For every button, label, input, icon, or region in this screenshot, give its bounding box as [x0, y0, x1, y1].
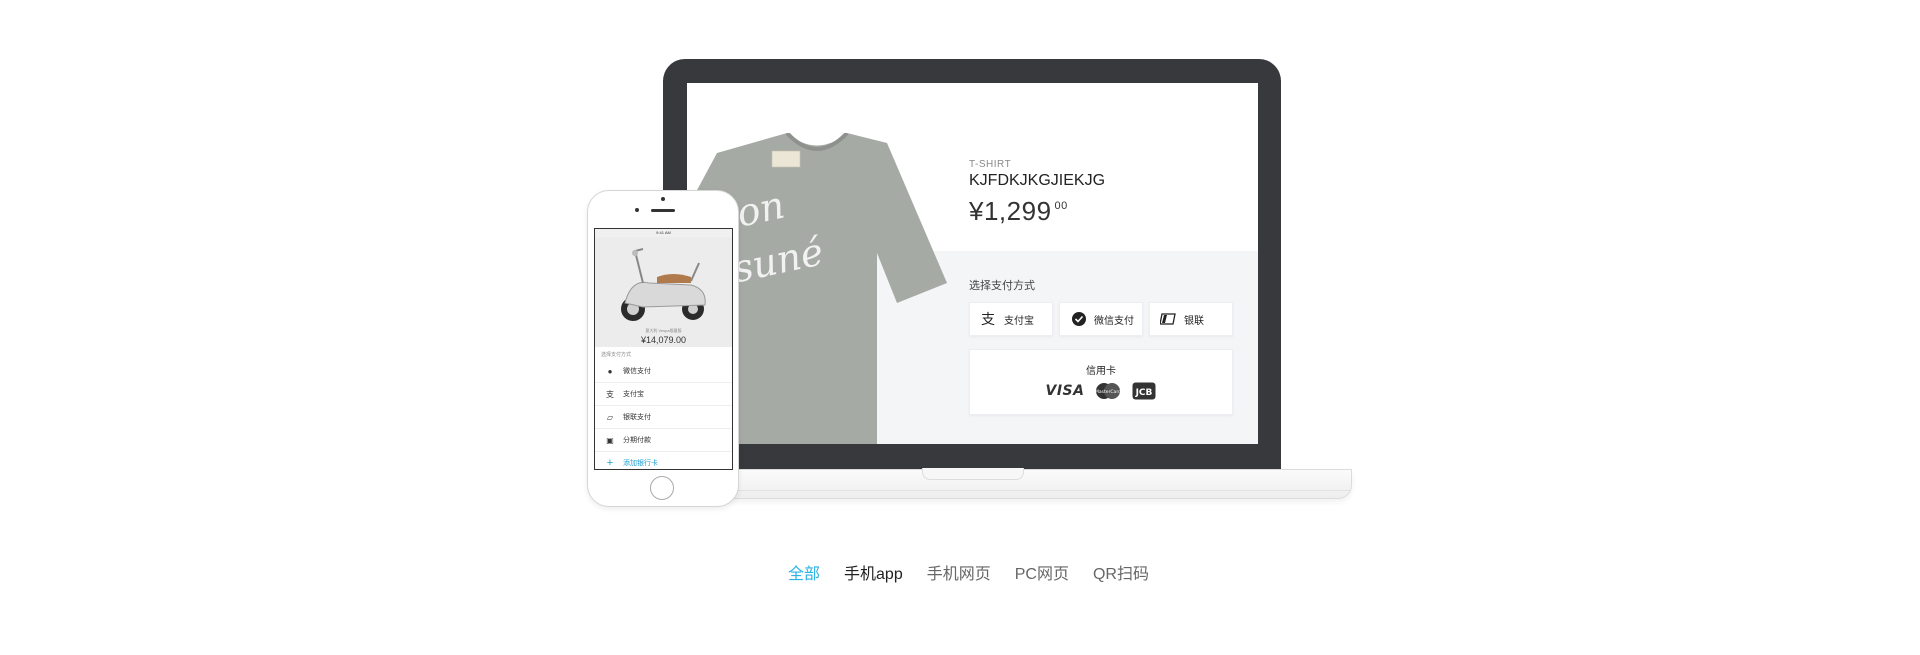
laptop-notch: [922, 468, 1024, 480]
visa-logo: VISA: [1045, 383, 1085, 399]
platform-tabs: 全部 手机app 手机网页 PC网页 QR扫码: [788, 560, 1149, 584]
unionpay-icon: ▱: [606, 412, 614, 422]
laptop-mockup: aison kitsuné T-SHIRT KJFDKJKGJIEKJG ¥1,…: [663, 59, 1281, 469]
product-price-mobile: ¥14,079.00: [640, 335, 687, 345]
phone-sensor: [661, 197, 665, 201]
alipay-icon: 支: [981, 312, 995, 328]
card-logos: VISA MasterCard JCB: [970, 382, 1232, 400]
product-price: ¥1,299 00: [969, 196, 1105, 227]
credit-card-title: 信用卡: [1086, 366, 1116, 377]
mobile-payment-title: 选择支付方式: [601, 352, 632, 358]
unionpay-label: 银联: [1184, 315, 1204, 327]
mobile-pay-alipay[interactable]: 支 支付宝: [595, 383, 732, 406]
mobile-pay-label: 银联支付: [623, 414, 651, 421]
mobile-pay-installment[interactable]: ▣ 分期付款: [595, 429, 732, 452]
tab-all[interactable]: 全部: [788, 560, 820, 584]
svg-text:JCB: JCB: [1135, 388, 1153, 398]
product-category: T-SHIRT: [969, 159, 1012, 170]
svg-text:支: 支: [981, 312, 995, 328]
phone-camera: [635, 208, 639, 212]
wechat-pay-label: 微信支付: [1094, 315, 1134, 327]
home-button[interactable]: [650, 476, 674, 500]
scooter-image: [621, 248, 706, 321]
tab-qr-scan[interactable]: QR扫码: [1093, 560, 1149, 584]
laptop-screen: aison kitsuné T-SHIRT KJFDKJKGJIEKJG ¥1,…: [687, 83, 1258, 444]
wechat-pay-icon: [1072, 312, 1086, 326]
jcb-logo: JCB: [1132, 382, 1156, 400]
price-cents: 00: [1054, 200, 1068, 212]
mobile-pay-label: 分期付款: [623, 437, 651, 444]
svg-text:MasterCard: MasterCard: [1096, 389, 1122, 395]
product-name: KJFDKJKGJIEKJG: [969, 172, 1106, 189]
add-bank-card[interactable]: + 添加银行卡: [595, 452, 732, 469]
unionpay-icon: [1160, 313, 1176, 325]
wechat-icon: ●: [607, 366, 613, 376]
product-image-area: 意大利 Vespa限量版 ¥14,079.00: [595, 237, 732, 347]
mobile-pay-label: 添加银行卡: [623, 460, 658, 467]
phone-speaker: [651, 209, 675, 212]
phone-screen: 9:41 AM 意大利 Vespa限量版 ¥14,079.00 选择支付方式 ●…: [594, 228, 733, 470]
mobile-pay-label: 支付宝: [623, 391, 644, 398]
status-bar: 9:41 AM: [595, 229, 732, 237]
unionpay-button[interactable]: 银联: [1149, 302, 1233, 336]
alipay-icon: 支: [606, 389, 614, 399]
status-time: 9:41 AM: [656, 230, 671, 235]
alipay-label: 支付宝: [1004, 315, 1034, 327]
tab-pc-web[interactable]: PC网页: [1015, 560, 1069, 584]
mobile-pay-label: 微信支付: [623, 368, 651, 375]
credit-card-option[interactable]: 信用卡 VISA MasterCard JCB: [969, 349, 1233, 415]
installment-icon: ▣: [606, 435, 614, 445]
plus-icon: +: [606, 457, 614, 469]
price-main: ¥1,299: [969, 196, 1052, 226]
product-caption: 意大利 Vespa限量版: [645, 328, 682, 333]
mastercard-logo: MasterCard: [1096, 383, 1122, 399]
payment-title: 选择支付方式: [969, 280, 1035, 292]
phone-mockup: 9:41 AM 意大利 Vespa限量版 ¥14,079.00 选择支付方式 ●…: [587, 190, 739, 507]
tab-mobile-web[interactable]: 手机网页: [927, 560, 991, 584]
wechat-pay-button[interactable]: 微信支付: [1059, 302, 1143, 336]
alipay-button[interactable]: 支 支付宝: [969, 302, 1053, 336]
tab-mobile-app[interactable]: 手机app: [844, 560, 903, 584]
product-info: T-SHIRT KJFDKJKGJIEKJG ¥1,299 00: [969, 159, 1105, 227]
mobile-pay-wechat[interactable]: ● 微信支付: [595, 360, 732, 383]
mobile-pay-unionpay[interactable]: ▱ 银联支付: [595, 406, 732, 429]
